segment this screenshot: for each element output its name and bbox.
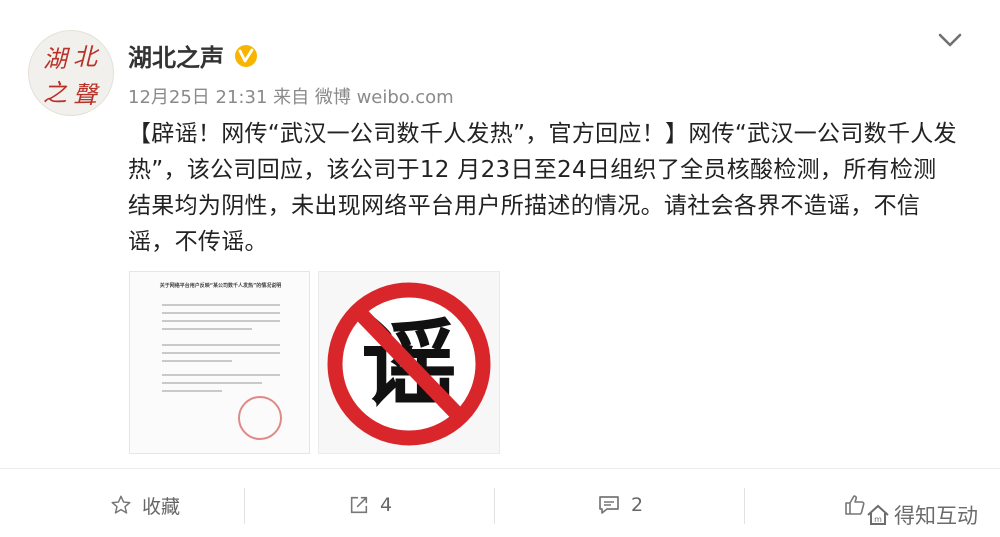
doc-line bbox=[162, 352, 280, 354]
post-content: 【辟谣！网传“武汉一公司数千人发热”，官方回应！】网传“武汉一公司数千人发热”，… bbox=[128, 121, 957, 255]
red-seal bbox=[238, 396, 282, 440]
doc-line bbox=[162, 360, 232, 362]
doc-line bbox=[162, 320, 280, 322]
action-separator bbox=[744, 488, 745, 524]
watermark: m 得知互动 bbox=[866, 500, 978, 530]
avatar-calligraphy: 湖 北 之 聲 bbox=[29, 31, 113, 115]
verified-icon bbox=[235, 44, 257, 67]
doc-line bbox=[162, 328, 252, 330]
post-source[interactable]: 来自 微博 weibo.com bbox=[273, 87, 454, 108]
repost-button[interactable]: 4 bbox=[300, 484, 440, 526]
favorite-button[interactable]: 收藏 bbox=[60, 484, 230, 526]
prohibition-icon: 谣 bbox=[327, 282, 491, 446]
avatar[interactable]: 湖 北 之 聲 bbox=[28, 30, 114, 116]
verified-badge bbox=[234, 43, 258, 68]
account-name[interactable]: 湖北之声 bbox=[128, 38, 258, 73]
chevron-down-icon[interactable] bbox=[936, 28, 964, 52]
repost-icon bbox=[350, 496, 368, 514]
repost-count: 4 bbox=[379, 494, 393, 516]
favorite-label: 收藏 bbox=[141, 495, 180, 518]
comment-icon bbox=[599, 496, 619, 514]
svg-text:m: m bbox=[874, 515, 882, 524]
avatar-glyph: 之 bbox=[43, 79, 67, 107]
star-icon bbox=[111, 495, 131, 514]
doc-line bbox=[162, 382, 262, 384]
house-logo-icon: m bbox=[867, 504, 889, 525]
watermark-text: 得知互动 bbox=[894, 504, 978, 528]
doc-line bbox=[162, 304, 280, 306]
comment-count: 2 bbox=[630, 494, 644, 516]
doc-line bbox=[162, 390, 222, 392]
actions-divider bbox=[0, 468, 1000, 469]
doc-line bbox=[162, 374, 280, 376]
post-date[interactable]: 12月25日 21:31 bbox=[128, 87, 267, 108]
account-name-text[interactable]: 湖北之声 bbox=[128, 38, 224, 73]
doc-line bbox=[162, 344, 280, 346]
thumbs-up-icon bbox=[845, 495, 865, 515]
rumor-sign-image[interactable]: 谣 bbox=[318, 271, 500, 454]
avatar-glyph: 北 bbox=[73, 43, 97, 71]
action-separator bbox=[494, 488, 495, 524]
document-title: 关于网络平台用户反映“某公司数千人发热”的情况说明 bbox=[159, 283, 282, 289]
avatar-glyph: 湖 bbox=[43, 45, 67, 73]
avatar-glyph: 聲 bbox=[73, 81, 97, 109]
post-meta: 12月25日 21:31 来自 微博 weibo.com bbox=[128, 83, 454, 109]
document-image[interactable]: 关于网络平台用户反映“某公司数千人发热”的情况说明 bbox=[129, 271, 310, 454]
comment-button[interactable]: 2 bbox=[550, 484, 690, 526]
action-separator bbox=[244, 488, 245, 524]
doc-line bbox=[162, 312, 280, 314]
